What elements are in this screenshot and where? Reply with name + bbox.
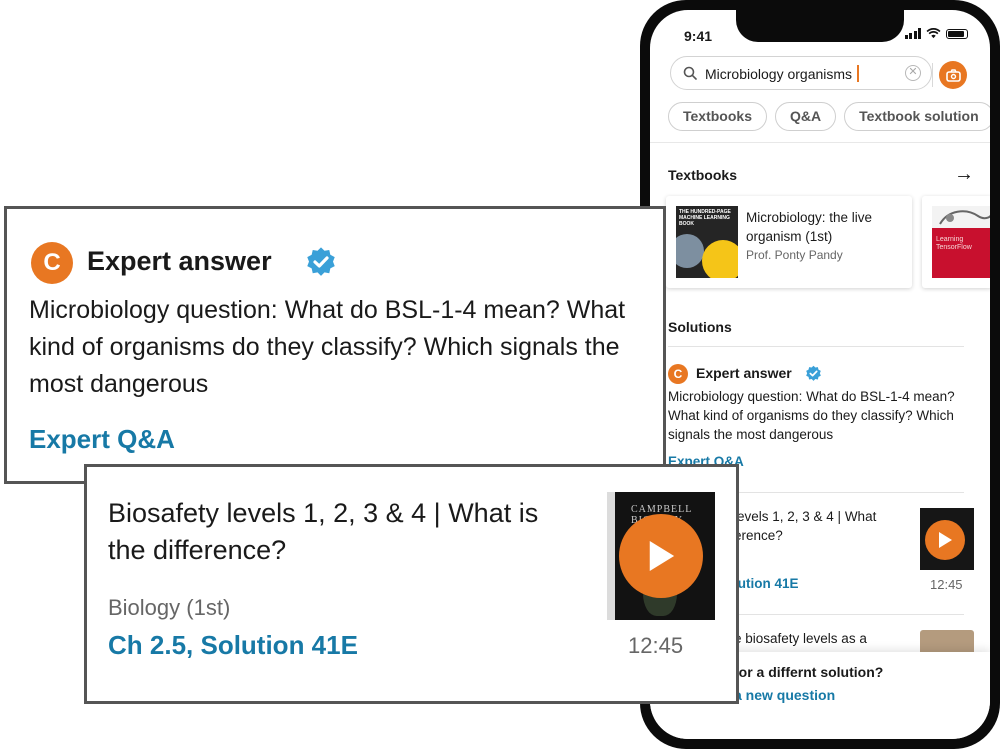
search-query-text: Microbiology organisms — [705, 65, 860, 82]
clear-search-button[interactable]: ✕ — [905, 65, 921, 81]
book-cover-2-text: Learning TensorFlow — [936, 236, 972, 251]
play-button[interactable] — [619, 514, 703, 598]
divider — [668, 346, 964, 347]
play-button[interactable] — [925, 520, 965, 560]
video-thumbnail[interactable]: CAMPBELL BIOLOGY — [607, 492, 715, 620]
chip-textbooks[interactable]: Textbooks — [668, 102, 767, 131]
chip-qa[interactable]: Q&A — [774, 102, 837, 131]
video-solution-link[interactable]: Ch 2.5, Solution 41E — [108, 630, 358, 661]
video-solution-title: Biosafety levels 1, 2, 3 & 4 | What is t… — [108, 498, 539, 565]
filter-chips: Textbooks Q&A Textbook solution — [668, 102, 990, 131]
phone-notch — [736, 10, 904, 42]
video-solution-card-zoom[interactable]: Biosafety levels 1, 2, 3 & 4 | What is t… — [84, 464, 739, 704]
chip-textbook-solution[interactable]: Textbook solution — [844, 102, 990, 131]
cover-circle-grey — [676, 234, 704, 268]
lizard-illustration-icon — [939, 210, 990, 225]
textbook-card[interactable]: THE HUNDRED-PAGE MACHINE LEARNING BOOK M… — [666, 196, 912, 288]
book-spine — [607, 492, 615, 620]
textbook-card-2[interactable]: Learning TensorFlow — [922, 196, 990, 288]
third-solution-partial[interactable]: e biosafety levels as a — [734, 631, 867, 646]
book-cover-2: Learning TensorFlow — [932, 206, 990, 278]
ask-new-question-link[interactable]: a new question — [734, 687, 835, 703]
expert-answer-question: Microbiology question: What do BSL-1-4 m… — [29, 296, 626, 398]
camera-icon — [945, 68, 961, 82]
video-duration: 12:45 — [628, 633, 684, 658]
chegg-logo-icon: C — [668, 364, 688, 384]
status-time: 9:41 — [684, 28, 713, 44]
header-divider — [650, 142, 990, 143]
play-icon — [939, 532, 952, 548]
verified-badge-icon — [806, 365, 821, 381]
signal-icon — [904, 28, 921, 39]
book-cover-text: THE HUNDRED-PAGE MACHINE LEARNING BOOK — [679, 209, 731, 227]
wifi-icon — [926, 28, 941, 39]
video-solution-subtitle: Biology (1st) — [108, 595, 231, 620]
textbook-title: Microbiology: the live organism (1st) — [746, 210, 873, 244]
textbook-author: Prof. Ponty Pandy — [746, 248, 843, 262]
solutions-section-title: Solutions — [668, 319, 732, 335]
verified-badge-icon — [307, 247, 335, 276]
expert-answer-label: Expert answer — [696, 365, 792, 381]
expert-answer-label: Expert answer — [87, 246, 272, 276]
status-icons — [904, 28, 968, 39]
text-caret — [857, 65, 860, 82]
video-duration: 12:45 — [930, 577, 963, 592]
play-icon — [649, 541, 675, 571]
expert-answer-card-zoom[interactable]: C Expert answer Microbiology question: W… — [4, 206, 666, 484]
camera-search-button[interactable] — [932, 61, 967, 89]
cover-circle-yellow — [702, 240, 738, 278]
search-icon — [683, 66, 697, 80]
chegg-logo-icon: C — [31, 242, 73, 284]
textbooks-section-title: Textbooks — [668, 167, 737, 183]
video-thumbnail[interactable] — [920, 508, 974, 570]
search-input[interactable]: Microbiology organisms ✕ — [670, 56, 932, 90]
battery-icon — [946, 29, 968, 39]
expert-answer-question[interactable]: Microbiology question: What do BSL-1-4 m… — [668, 387, 978, 444]
book-cover: THE HUNDRED-PAGE MACHINE LEARNING BOOK — [676, 206, 738, 278]
expert-qa-link[interactable]: Expert Q&A — [29, 424, 175, 455]
bottom-prompt-question: for a differnt solution? — [734, 664, 884, 680]
close-icon: ✕ — [908, 66, 918, 78]
video-solution-link-partial[interactable]: lution 41E — [734, 576, 799, 591]
arrow-right-icon[interactable]: → — [954, 163, 974, 186]
